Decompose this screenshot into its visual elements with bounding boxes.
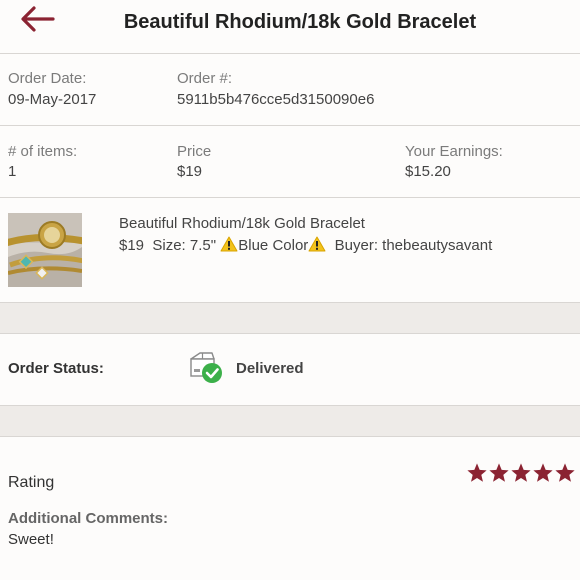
item-price: $19: [119, 237, 145, 254]
star-icon: [489, 463, 509, 482]
section-gap: [0, 303, 580, 333]
divider: [0, 125, 580, 126]
item-title[interactable]: Beautiful Rhodium/18k Gold Bracelet: [119, 215, 365, 232]
warning-icon: [220, 236, 238, 252]
bracelet-photo-image: [8, 213, 82, 287]
price-label: Price: [177, 143, 212, 160]
product-thumbnail[interactable]: [8, 213, 82, 287]
price-value: $19: [177, 163, 203, 180]
earnings-label: Your Earnings:: [405, 143, 503, 160]
divider: [0, 333, 580, 334]
star-icon: [555, 463, 575, 482]
order-number-value: 5911b5b476cce5d3150090e6: [177, 91, 375, 108]
order-status-label: Order Status:: [8, 360, 104, 377]
rating-label: Rating: [8, 474, 55, 491]
item-buyer: Buyer: thebeautysavant: [334, 237, 493, 254]
item-color: Blue Color: [238, 237, 309, 254]
items-count-label: # of items:: [8, 143, 78, 160]
section-gap: [0, 406, 580, 436]
comments-label: Additional Comments:: [8, 510, 168, 527]
star-icon: [511, 463, 531, 482]
items-count-value: 1: [8, 163, 17, 180]
item-size: Size: 7.5": [152, 237, 217, 254]
order-date-value: 09-May-2017: [8, 91, 97, 108]
order-number-label: Order #:: [177, 70, 233, 87]
star-icon: [533, 463, 553, 482]
star-icon: [467, 463, 487, 482]
rating-stars: [466, 462, 576, 486]
divider: [0, 436, 580, 437]
divider: [0, 197, 580, 198]
header-bar: Beautiful Rhodium/18k Gold Bracelet: [0, 0, 580, 54]
warning-icon: [308, 236, 326, 252]
package-delivered-icon: [188, 351, 224, 385]
earnings-value: $15.20: [405, 163, 451, 180]
order-status-value: Delivered: [236, 360, 304, 377]
order-date-label: Order Date:: [8, 70, 87, 87]
page-title: Beautiful Rhodium/18k Gold Bracelet: [123, 11, 477, 33]
item-details: $19 Size: 7.5" Blue Color Buyer: thebeau…: [119, 236, 492, 254]
comments-value: Sweet!: [8, 531, 54, 548]
